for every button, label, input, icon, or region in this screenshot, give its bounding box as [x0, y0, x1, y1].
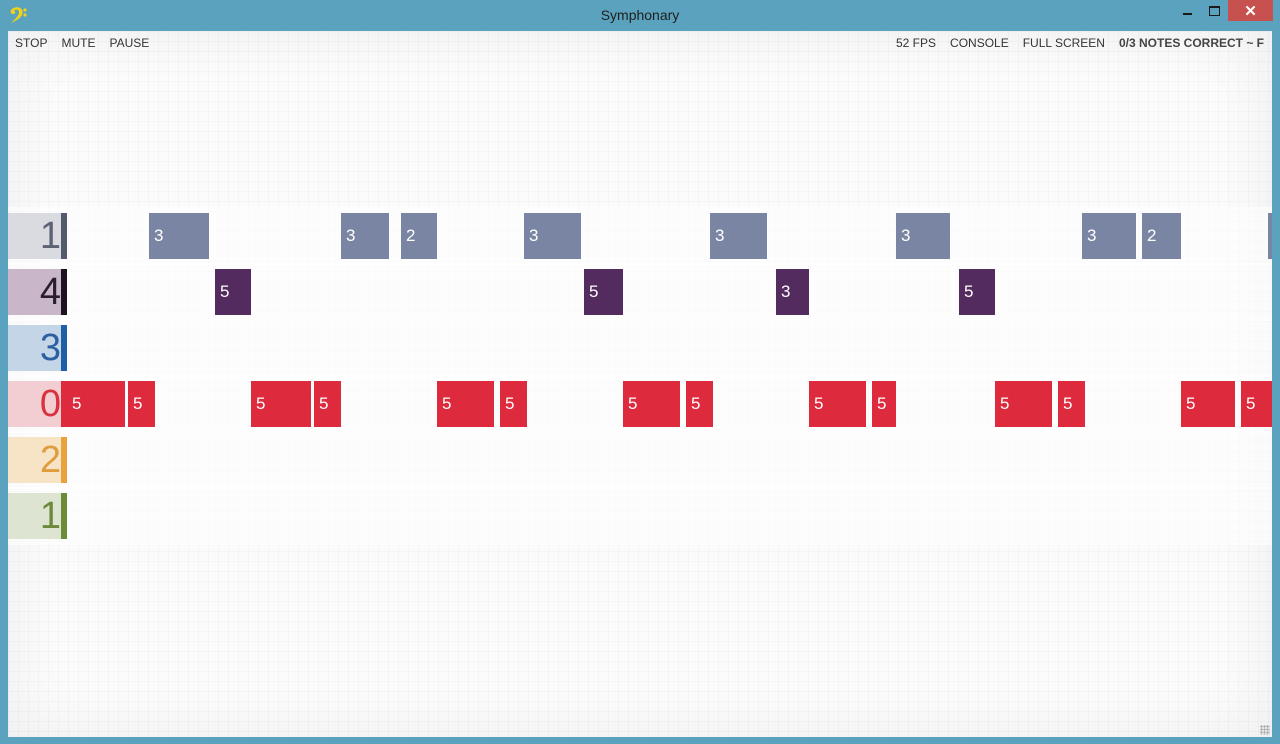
note-block: 5: [215, 269, 251, 315]
lane-label: 3: [8, 325, 61, 371]
title-bar: Symphonary ✕: [0, 0, 1280, 31]
maximize-icon: [1208, 5, 1220, 16]
note-block: 5: [314, 381, 341, 427]
window-title: Symphonary: [600, 7, 680, 23]
lane-row: [8, 431, 1272, 489]
close-icon: ✕: [1244, 2, 1257, 20]
lane-marker: [61, 437, 67, 483]
note-block: 5: [995, 381, 1052, 427]
lane-number: 1: [39, 495, 61, 537]
note-block: 5: [67, 381, 125, 427]
note-block: 5: [128, 381, 155, 427]
note-block: 3: [896, 213, 950, 259]
note-block: [1268, 213, 1272, 259]
note-block: 5: [1241, 381, 1272, 427]
note-block: 3: [341, 213, 389, 259]
note-block: 5: [584, 269, 623, 315]
lane-marker: [61, 269, 67, 315]
maximize-button[interactable]: [1201, 0, 1227, 21]
lane-row: [8, 319, 1272, 377]
note-block: 5: [500, 381, 527, 427]
note-block: 5: [959, 269, 995, 315]
minimize-button[interactable]: [1174, 0, 1200, 21]
lane-number: 1: [39, 215, 61, 257]
lane-label: 2: [8, 437, 61, 483]
note-block: 5: [872, 381, 896, 427]
note-block: 2: [1142, 213, 1181, 259]
lane-number: 3: [39, 327, 61, 369]
lane-label: 1: [8, 213, 61, 259]
resize-grip[interactable]: [1260, 725, 1270, 735]
lane-marker: [61, 325, 67, 371]
note-block: 5: [623, 381, 680, 427]
lane-label: 0: [8, 381, 61, 427]
note-block: 5: [251, 381, 311, 427]
lane-label: 1: [8, 493, 61, 539]
lane-label: 4: [8, 269, 61, 315]
note-block: 5: [1181, 381, 1235, 427]
lane-number: 0: [39, 383, 61, 425]
note-block: 3: [1082, 213, 1136, 259]
note-lanes: 13323333245535305555555555555521: [8, 31, 1272, 737]
lane-marker: [61, 213, 67, 259]
note-block: 3: [710, 213, 767, 259]
note-block: 3: [524, 213, 581, 259]
lane-number: 2: [39, 439, 61, 481]
note-block: 5: [809, 381, 866, 427]
note-block: 3: [149, 213, 209, 259]
lane-marker: [61, 493, 67, 539]
note-block: 2: [401, 213, 437, 259]
app-canvas: STOP MUTE PAUSE 52 FPS CONSOLE FULL SCRE…: [8, 31, 1272, 737]
lane-row: [8, 263, 1272, 321]
note-block: 5: [686, 381, 713, 427]
note-block: 5: [1058, 381, 1085, 427]
close-button[interactable]: ✕: [1228, 0, 1273, 21]
minimize-icon: [1182, 12, 1192, 15]
note-block: 5: [437, 381, 494, 427]
note-block: 3: [776, 269, 809, 315]
lane-row: [8, 487, 1272, 545]
lane-number: 4: [39, 271, 61, 313]
